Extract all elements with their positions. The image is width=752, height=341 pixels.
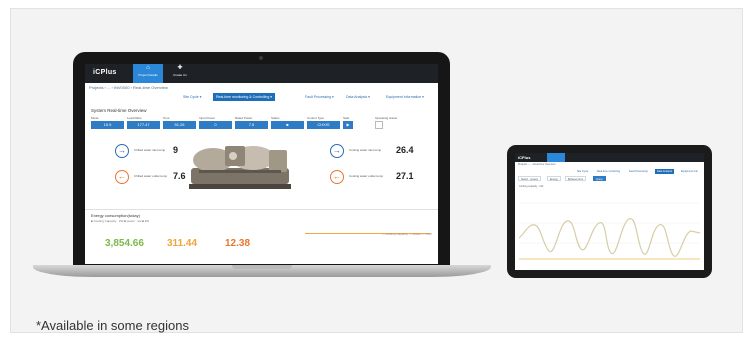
stat-status: Status ■ xyxy=(271,116,304,129)
series-line-capacity xyxy=(519,218,700,257)
stat-input-power: Input Power 0 xyxy=(199,116,232,129)
gauge-value: 26.4 xyxy=(396,145,414,155)
chiller-unit-image xyxy=(189,146,291,189)
nav-realtime-monitoring[interactable]: Real-time monitoring & Controlling ▾ xyxy=(213,93,276,101)
stat-value: ■ xyxy=(271,121,304,129)
laptop-screen: iCPlus ⌂ Project Details ✚ Create Un Pro… xyxy=(85,64,438,264)
stat-operating-status: Operating status xyxy=(375,116,415,129)
laptop-device: iCPlus ⌂ Project Details ✚ Create Un Pro… xyxy=(73,52,450,266)
tablet-screen: iCPlus Projects › ... › Real-time Overvi… xyxy=(515,153,704,270)
stat-mode: Mode 15.9 xyxy=(91,116,124,129)
arrow-right-icon: → xyxy=(330,144,344,158)
gauge-label: Chilled water outlet temp xyxy=(134,174,168,178)
tablet-system-select[interactable]: Select · system xyxy=(518,176,542,181)
energy-value-power: 311.44 xyxy=(167,238,198,249)
tablet-header-tab[interactable] xyxy=(547,153,565,162)
chiller-diagram: → Chilled water inlet temp 9 ← Chilled w… xyxy=(85,136,438,201)
stat-value: 51.26 xyxy=(163,121,196,129)
app-logo: iCPlus xyxy=(93,69,117,76)
stat-value: 15.9 xyxy=(91,121,124,129)
header-tab-label: Create Un xyxy=(173,73,187,77)
tablet-nav-realtime[interactable]: Real-time monitoring xyxy=(595,169,622,174)
energy-right-legend: — Cooling Capacity — power — COP xyxy=(381,232,432,236)
breadcrumb[interactable]: Projects › ... › INV0000 › Real-time Ove… xyxy=(85,83,438,92)
stat-value: 177.47 xyxy=(127,121,160,129)
gauge-label: Chilled water inlet temp xyxy=(134,148,166,152)
stat-tons: Tons 51.26 xyxy=(163,116,196,129)
energy-value-cop: 12.38 xyxy=(225,238,251,249)
gauge-value: 9 xyxy=(173,145,179,155)
tablet-filters: Select · system Energy Between time Quer… xyxy=(515,175,704,183)
tablet-nav-data-analysis[interactable]: Data Analysis xyxy=(655,169,675,174)
arrow-left-icon: ← xyxy=(115,170,129,184)
header-tab-label: Project Details xyxy=(138,73,158,77)
gauge-label: Cooling water outlet temp xyxy=(349,174,384,178)
app-header: iCPlus ⌂ Project Details ✚ Create Un xyxy=(85,64,438,83)
laptop-notch xyxy=(232,265,292,269)
header-tab-project-details[interactable]: ⌂ Project Details xyxy=(133,64,163,83)
arrow-right-icon: → xyxy=(115,144,129,158)
gauge-label: Cooling water inlet temp xyxy=(349,148,382,152)
stats-row: Mode 15.9 Load Ratio 177.47 Tons 51.26 I… xyxy=(85,116,438,136)
gauge-value: 7.6 xyxy=(173,171,186,181)
add-icon: ✚ xyxy=(177,65,183,71)
tablet-nav: Site Cycle Real-time monitoring Fault Pr… xyxy=(515,168,704,175)
gauge-value: 27.1 xyxy=(396,171,414,181)
nav-site-cycle[interactable]: Site Cycle ▾ xyxy=(180,93,204,101)
stat-rated-power: Rated Power 7.5 xyxy=(235,116,268,129)
nav-fault-processing[interactable]: Fault Processing ▾ xyxy=(302,93,337,101)
stat-value: 0 xyxy=(199,121,232,129)
status-checkbox[interactable] xyxy=(375,121,383,129)
gauge-chilled-inlet: → Chilled water inlet temp 9 xyxy=(115,144,185,160)
tablet-device: iCPlus Projects › ... › Real-time Overvi… xyxy=(507,145,712,278)
energy-value-cooling: 3,854.66 xyxy=(105,238,144,249)
stat-control-type: Control Type CHXIS xyxy=(307,116,340,129)
tablet-trend-chart xyxy=(519,202,700,260)
tablet-chart-label: Cooling capacity · kW xyxy=(519,185,544,188)
gauge-chilled-outlet: ← Chilled water outlet temp 7.6 xyxy=(115,170,186,186)
play-icon: ▶ xyxy=(343,121,353,129)
nav-equipment-information[interactable]: Equipment Information ▾ xyxy=(383,93,427,101)
energy-legend: ■ Cooling Capacity · kW ■ power · kw ■ k… xyxy=(91,219,150,223)
tablet-query-button[interactable]: Query xyxy=(593,176,606,181)
stat-value: 7.5 xyxy=(235,121,268,129)
home-icon: ⌂ xyxy=(146,65,150,71)
tablet-app-logo: iCPlus xyxy=(518,155,531,160)
arrow-left-icon: ← xyxy=(330,170,344,184)
tablet-energy-select[interactable]: Energy xyxy=(547,176,561,181)
gauge-cooling-outlet: ← Cooling water outlet temp 27.1 xyxy=(330,170,435,186)
energy-title: Energy consumption(today) xyxy=(91,213,140,218)
gauge-cooling-inlet: → Cooling water inlet temp 26.4 xyxy=(330,144,435,160)
tablet-nav-equipment[interactable]: Equipment Info xyxy=(679,169,700,174)
energy-panel: Energy consumption(today) ■ Cooling Capa… xyxy=(85,209,438,264)
nav-data-analysis[interactable]: Data Analysis ▾ xyxy=(343,93,373,101)
availability-footnote: *Available in some regions xyxy=(36,318,189,333)
panel-title: System Real-time Overview xyxy=(91,108,147,113)
main-nav: Site Cycle ▾ Real-time monitoring & Cont… xyxy=(85,92,438,103)
start-toggle[interactable]: Start ▶ xyxy=(343,116,353,129)
tablet-nav-site-cycle[interactable]: Site Cycle xyxy=(575,169,590,174)
header-tab-create[interactable]: ✚ Create Un xyxy=(165,64,195,83)
stat-value: CHXIS xyxy=(307,121,340,129)
tablet-time-select[interactable]: Between time xyxy=(565,176,587,181)
stat-load-ratio: Load Ratio 177.47 xyxy=(127,116,160,129)
tablet-app-header: iCPlus xyxy=(515,153,704,162)
tablet-nav-fault[interactable]: Fault Processing xyxy=(627,169,650,174)
laptop-camera xyxy=(259,56,263,60)
